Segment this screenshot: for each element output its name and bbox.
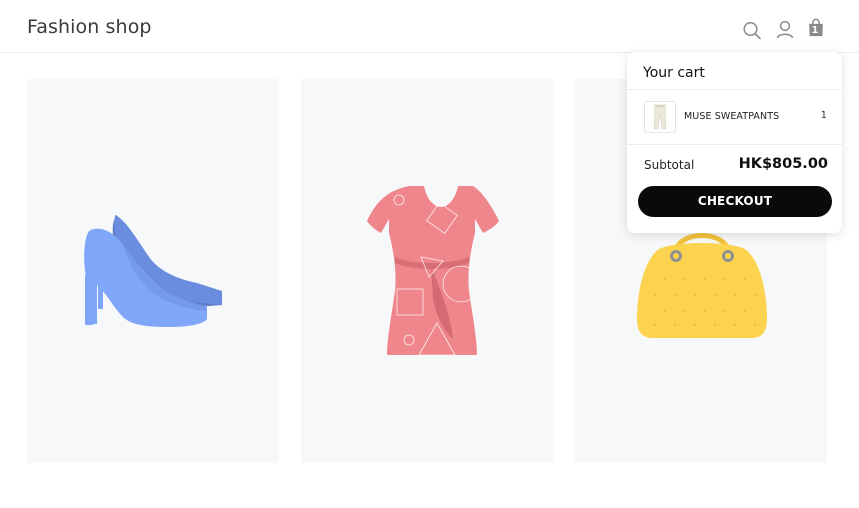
subtotal-value: HK$805.00 — [738, 156, 828, 172]
checkout-button[interactable]: CHECKOUT — [638, 186, 832, 217]
subtotal-label: Subtotal — [644, 158, 695, 172]
divider — [627, 144, 842, 145]
cart-popover: Your cart MUSE SWEATPANTS 1 Subtotal HK$… — [627, 52, 842, 233]
cart-title: Your cart — [643, 65, 705, 81]
product-card-shoes[interactable] — [27, 79, 279, 463]
sweatpants-image — [653, 104, 667, 130]
cart-item-quantity: 1 — [820, 110, 827, 121]
cart-item-name[interactable]: MUSE SWEATPANTS — [684, 111, 779, 122]
divider — [627, 89, 842, 90]
cart-item-thumbnail[interactable] — [644, 101, 676, 133]
user-icon[interactable] — [775, 20, 795, 40]
dress-image — [367, 186, 499, 356]
product-card-dress[interactable] — [301, 79, 553, 463]
cart-count-badge: 1 — [811, 25, 819, 36]
site-header: Fashion shop 1 — [0, 0, 859, 53]
shop-logo[interactable]: Fashion shop — [27, 16, 152, 38]
search-icon[interactable] — [742, 20, 762, 40]
shoes-image — [84, 215, 222, 327]
